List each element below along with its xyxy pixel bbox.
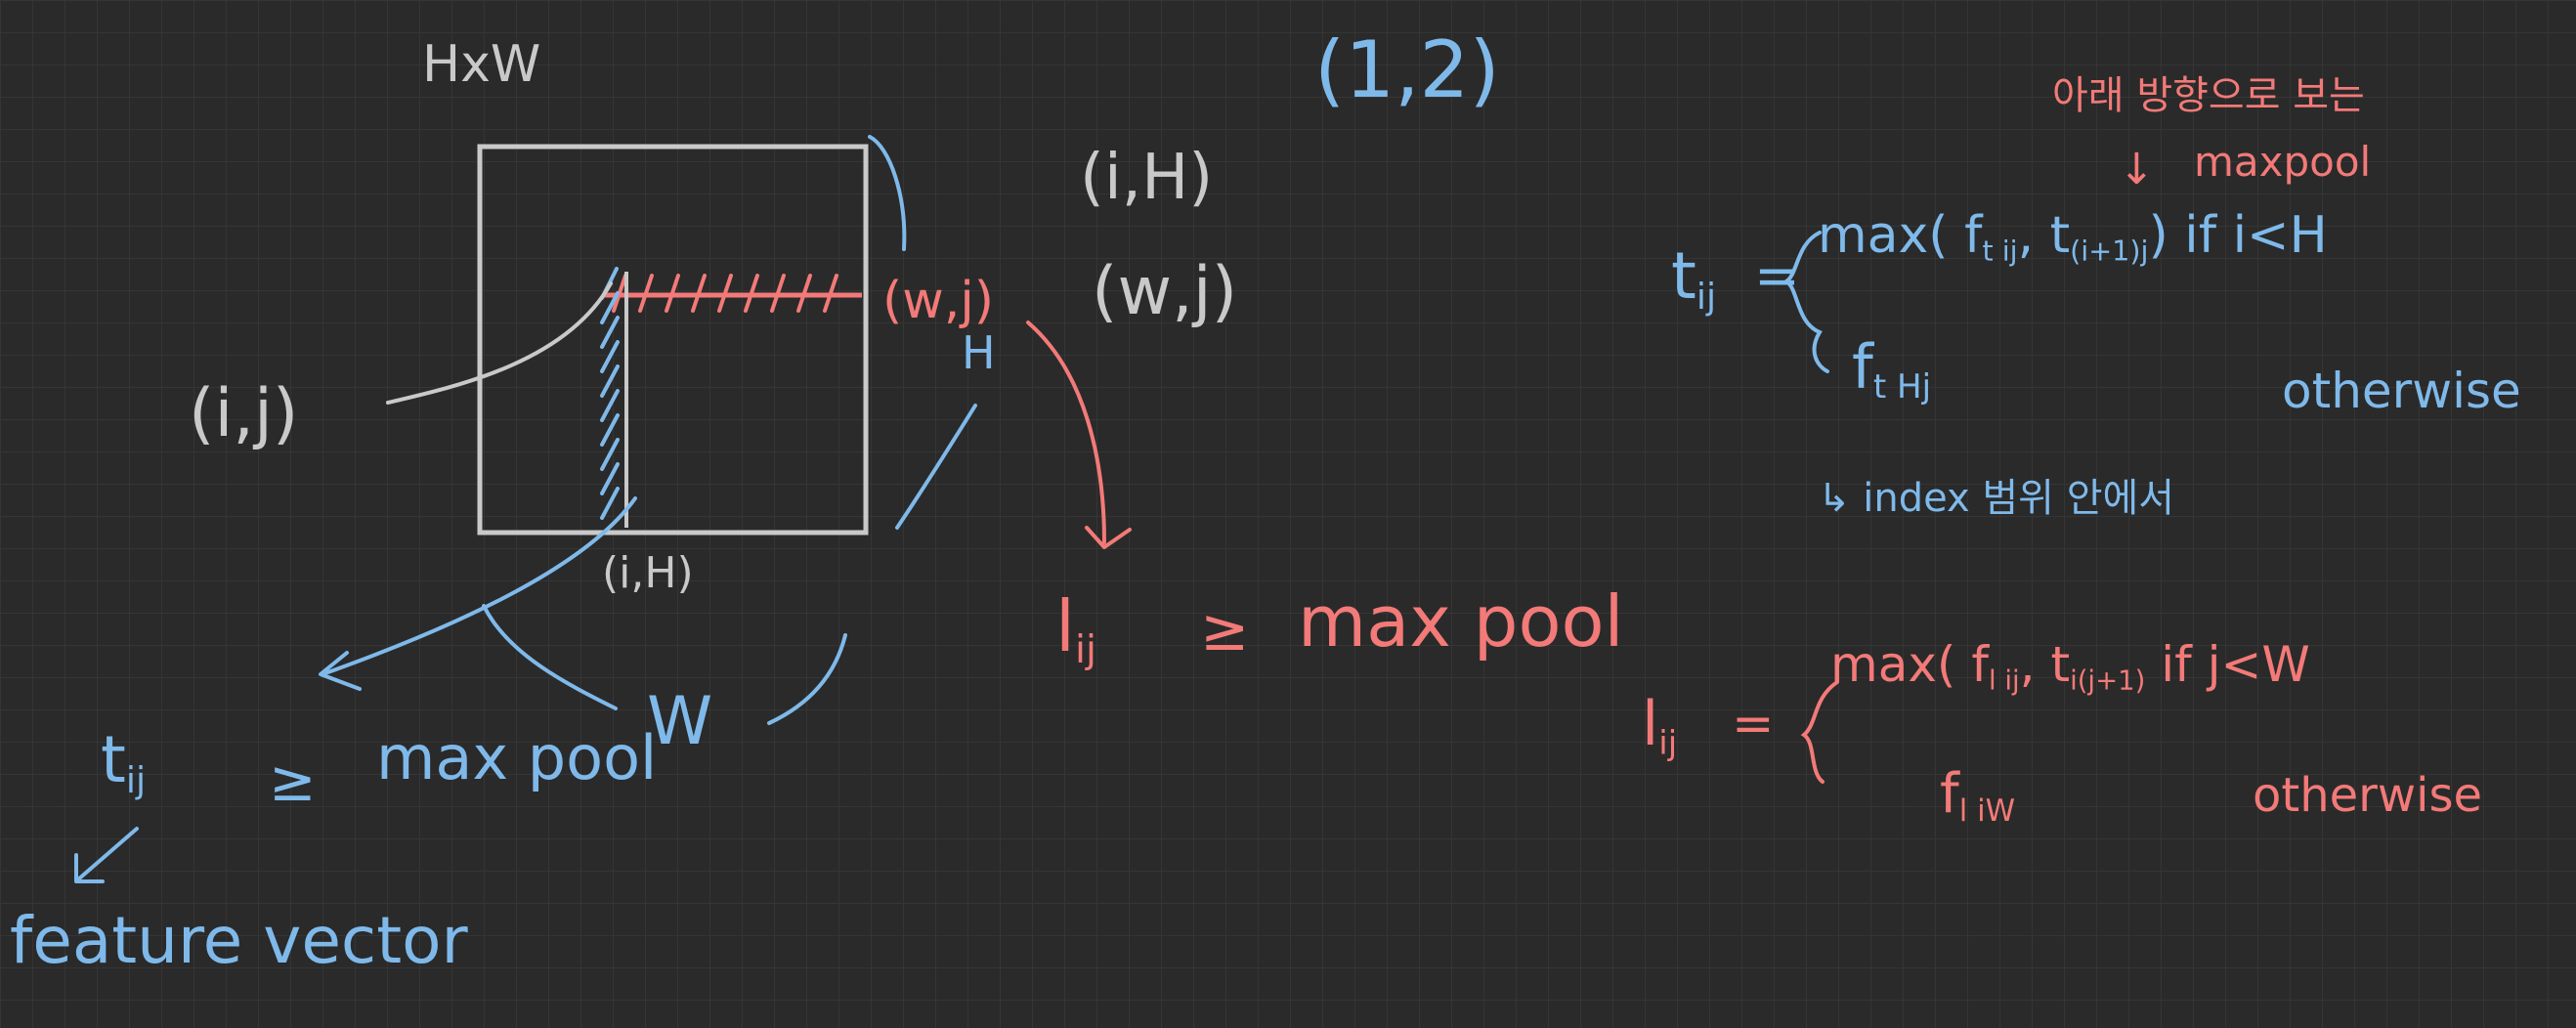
feature-arrow xyxy=(76,827,139,881)
left-formula-rhs: max pool xyxy=(376,722,658,793)
coordinate-label-i-j-left: (i,j) xyxy=(189,375,299,452)
mid-formula-eq: ≥ xyxy=(1200,596,1250,664)
coordinate-label-i-H-top: (i,H) xyxy=(1080,142,1214,214)
l-case1-comma: , xyxy=(2019,636,2036,693)
l-case2-f: f xyxy=(1940,762,1959,826)
t-equation-eq: = xyxy=(1754,244,1800,308)
t-case1-cond: if i<H xyxy=(2184,206,2328,265)
height-label-H: H xyxy=(962,326,996,379)
l-case1-t: t xyxy=(2050,636,2071,693)
whiteboard-canvas: HxW (1,2) (i,H) (w,j) (i,j) (w,j) H (i,H… xyxy=(0,0,2576,1028)
t-case2-f: f xyxy=(1852,331,1873,403)
annotation-line1: 아래 방향으로 보는 xyxy=(2052,73,2365,118)
left-formula-lhs: t xyxy=(101,722,126,797)
mid-formula-sub: ij xyxy=(1075,626,1097,672)
left-formula: tij xyxy=(101,728,146,798)
l-case1-t-sub: i(j+1) xyxy=(2070,664,2146,697)
mid-formula-rhs: max pool xyxy=(1298,580,1624,663)
h-brace-line xyxy=(895,404,977,530)
corner-arc xyxy=(868,135,907,251)
l-case2-cond: otherwise xyxy=(2253,768,2483,823)
dimension-label-hxw: HxW xyxy=(422,35,541,94)
t-equation-lhs-sub: ij xyxy=(1696,275,1717,318)
l-case1-cond: if j<W xyxy=(2161,636,2310,693)
row-arrow-head xyxy=(1085,526,1132,549)
left-formula-eq: ≥ xyxy=(269,748,317,814)
coordinate-label-i-H-bottom: (i,H) xyxy=(602,548,694,598)
t-equation-lhs: tij xyxy=(1671,244,1716,315)
t-case1-f-sub: t ij xyxy=(1982,234,2018,268)
t-case1-t-sub: (i+1)j xyxy=(2070,234,2149,268)
mid-formula-lhs: l xyxy=(1055,585,1076,667)
t-equation-note: ↳ index 범위 안에서 xyxy=(1818,476,2175,521)
t-case1-f: f xyxy=(1964,206,1983,265)
l-case1-f-sub: l ij xyxy=(1988,664,2020,697)
feature-vector-label: feature vector xyxy=(10,903,468,978)
l-equation-brace xyxy=(1800,680,1839,784)
left-formula-sub: ij xyxy=(125,758,147,801)
t-equation-case1: max( ft ij, t(i+1)j) if i<H xyxy=(1818,210,2328,265)
l-equation-lhs-sub: ij xyxy=(1658,724,1678,764)
l-equation-eq: = xyxy=(1732,695,1775,753)
ij-pointer-curve xyxy=(386,281,613,405)
l-equation-case2: fl iW xyxy=(1940,767,2015,827)
l-case2-f-sub: l iW xyxy=(1958,793,2016,830)
l-equation-case1: max( fl ij, ti(j+1) if j<W xyxy=(1830,640,2310,695)
annotation-arrow: ↓ xyxy=(2119,145,2155,194)
coordinate-label-w-j-right: (w,j) xyxy=(1092,253,1238,330)
row-hatching xyxy=(612,274,838,313)
t-equation-case2: ft Hj xyxy=(1852,337,1932,407)
t-case1-max: max( xyxy=(1818,206,1949,265)
coordinate-label-1-2: (1,2) xyxy=(1314,24,1500,115)
t-case1-close: ) xyxy=(2148,206,2168,265)
coordinate-label-w-j-box: (w,j) xyxy=(882,272,995,330)
annotation-line2: maxpool xyxy=(2194,138,2372,186)
t-case1-t: t xyxy=(2049,206,2071,265)
drawing-layer xyxy=(74,135,1839,883)
t-case2-f-sub: t Hj xyxy=(1872,367,1932,407)
l-case1-max: max( xyxy=(1830,636,1956,693)
feature-map-box xyxy=(477,144,869,535)
w-brace-left xyxy=(482,604,618,710)
l-case1-f: f xyxy=(1971,636,1989,693)
column-arrow-head xyxy=(319,651,362,691)
row-arrow-curve xyxy=(1026,321,1106,544)
w-brace-right xyxy=(767,633,847,725)
l-equation-lhs: lij xyxy=(1642,694,1678,764)
t-case1-comma: , xyxy=(2017,206,2035,265)
t-case2-cond: otherwise xyxy=(2282,363,2521,419)
mid-formula: lij xyxy=(1055,591,1096,669)
l-equation-lhs-var: l xyxy=(1642,688,1659,759)
t-equation-lhs-var: t xyxy=(1671,238,1696,314)
